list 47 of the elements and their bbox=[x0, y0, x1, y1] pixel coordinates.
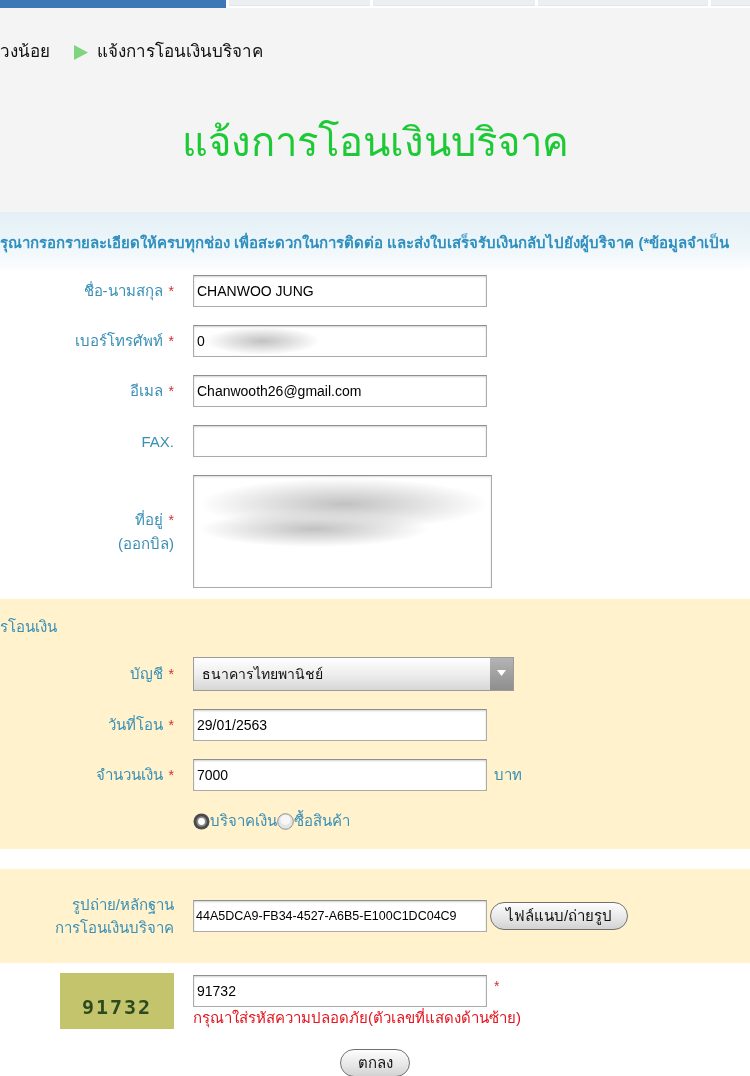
nav-tab[interactable] bbox=[538, 0, 708, 6]
required-mark: * bbox=[168, 766, 174, 785]
nav-tab[interactable] bbox=[228, 0, 370, 6]
captcha-hint: กรุณาใส่รหัสความปลอดภัย(ตัวเลขที่แสดงด้านซ้าย) bbox=[193, 1009, 521, 1027]
field-label: วันที่โอน bbox=[107, 714, 163, 735]
nav-tab[interactable] bbox=[0, 0, 226, 8]
required-mark: * bbox=[168, 665, 174, 684]
required-mark: * bbox=[168, 382, 174, 401]
field-label: รูปถ่าย/หลักฐาน bbox=[71, 895, 174, 916]
field-label: การโอนเงินบริจาค bbox=[55, 918, 174, 938]
radio-icon[interactable] bbox=[193, 812, 210, 830]
bank-dropdown[interactable]: ธนาคารไทยพานิชย์ bbox=[193, 657, 514, 691]
text-field[interactable]: CHANWOO JUNG bbox=[193, 275, 487, 307]
field-label: ชื่อ-นามสกุล bbox=[83, 280, 163, 302]
page-title: แจ้งการโอนเงินบริจาค bbox=[181, 119, 569, 166]
section-title: รโอนเงิน bbox=[0, 617, 57, 637]
required-mark: * bbox=[494, 978, 500, 994]
nav-tab[interactable] bbox=[710, 0, 750, 6]
unit-label: บาท bbox=[494, 765, 522, 785]
radio-icon[interactable] bbox=[277, 812, 294, 830]
field-label: FAX. bbox=[141, 431, 174, 452]
required-mark: * bbox=[168, 282, 174, 301]
field-label: (ออกบิล) bbox=[118, 534, 174, 554]
captcha-field[interactable]: 91732 bbox=[193, 975, 487, 1007]
breadcrumb-current: แจ้งการโอนเงินบริจาค bbox=[97, 42, 263, 62]
attach-photo-button[interactable]: ไฟล์แนบ/ถ่ายรูป bbox=[490, 902, 629, 930]
address-field[interactable] bbox=[193, 475, 492, 588]
notice-text: รุณากรอกรายละเอียดให้ครบทุกช่อง เพื่อสะดวกในการติดต่อ และส่งใบเสร็จรับเงินกลับไปยังผู้บริจาค (*ข้อมูลจำเป็น bbox=[0, 233, 730, 252]
text-field[interactable]: 0 bbox=[193, 325, 487, 357]
text-field[interactable]: Chanwooth26@gmail.com bbox=[193, 375, 487, 407]
submit-button[interactable]: ตกลง bbox=[340, 1049, 410, 1076]
text-field[interactable]: 7000 bbox=[193, 759, 487, 791]
field-label: ที่อยู่ bbox=[134, 509, 163, 531]
file-name-field[interactable]: 44A5DCA9-FB34-4527-A6B5-E100C1DC04C9 bbox=[193, 900, 487, 932]
breadcrumb-link[interactable]: วงน้อย bbox=[0, 42, 50, 62]
nav-tab[interactable] bbox=[372, 0, 536, 6]
field-label: บัญชี bbox=[129, 664, 163, 684]
captcha-image: 91732 bbox=[60, 973, 174, 1029]
field-label: อีเมล bbox=[129, 381, 163, 401]
required-mark: * bbox=[168, 511, 174, 530]
field-label: จำนวนเงิน bbox=[95, 765, 163, 785]
text-field[interactable]: 29/01/2563 bbox=[193, 709, 487, 741]
required-mark: * bbox=[168, 716, 174, 735]
required-mark: * bbox=[168, 332, 174, 351]
triangle-icon bbox=[74, 44, 88, 60]
field-label: เบอร์โทรศัพท์ bbox=[74, 331, 163, 351]
text-field[interactable] bbox=[193, 425, 487, 457]
